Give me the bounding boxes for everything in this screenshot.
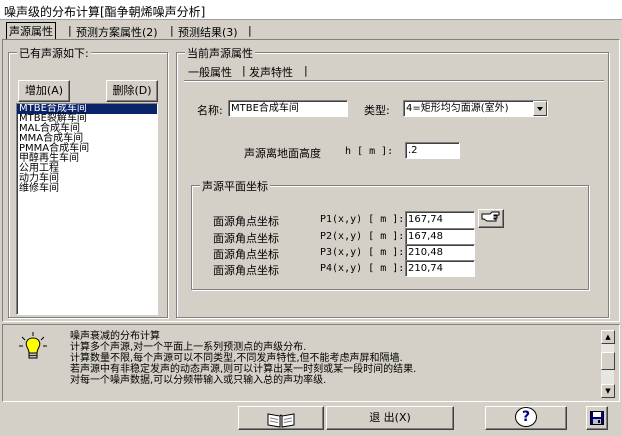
source-name-input[interactable]: MTBE合成车间	[228, 100, 348, 117]
corner-p1-input[interactable]: 167,74	[405, 211, 475, 228]
corner-unit-3: P3(x,y) [ m ]:	[320, 247, 405, 258]
tab-separator: |	[68, 24, 72, 37]
title-bar: 噪声级的分布计算[酯争朝烯噪声分析]	[0, 0, 622, 20]
info-line: 对每一个噪声数据,可以分频带输入或只输入总的声功率级.	[70, 375, 327, 386]
help-button[interactable]: ?	[485, 406, 567, 430]
info-line: 计算多个声源,对一个平面上一系列预测点的声级分布.	[70, 342, 307, 353]
corner-unit-4: P4(x,y) [ m ]:	[320, 263, 405, 274]
tab-separator: |	[248, 24, 252, 37]
corner-unit-1: P1(x,y) [ m ]:	[320, 214, 405, 225]
tab-scheme-properties[interactable]: 预测方案属性(2)	[76, 24, 158, 40]
corner-unit-2: P2(x,y) [ m ]:	[320, 231, 405, 242]
delete-source-button[interactable]: 删除(D)	[106, 80, 158, 102]
save-button[interactable]	[586, 406, 608, 430]
info-line: 若声源中有非稳定发声的动态声源,则可以计算出某一时刻或某一段时间的结果.	[70, 364, 417, 375]
scroll-up-button[interactable]: ▲	[601, 330, 615, 344]
info-text: 噪声衰减的分布计算 计算多个声源,对一个平面上一系列预测点的声级分布. 计算数量…	[70, 331, 595, 386]
subtab-emission[interactable]: 发声特性	[249, 64, 293, 80]
subtab-divider	[184, 80, 604, 81]
type-label: 类型:	[364, 104, 390, 117]
chevron-down-icon[interactable]	[533, 101, 547, 116]
manual-button[interactable]	[238, 406, 324, 430]
bottom-toolbar: 退 出(X) ?	[0, 404, 622, 435]
corner-label-1: 面源角点坐标	[213, 215, 279, 228]
current-source-group-title: 当前声源属性	[185, 45, 255, 61]
add-source-button[interactable]: 增加(A)	[18, 80, 70, 102]
pointing-hand-icon	[481, 211, 501, 225]
source-list-item[interactable]: 维修车间	[17, 184, 157, 194]
floppy-disk-icon	[590, 411, 604, 428]
sources-list: MTBE合成车间 MTBE裂解车间 MAL合成车间 MMA合成车间 PMMA合成车间 甲醇…	[17, 104, 157, 194]
subtab-general[interactable]: 一般属性	[188, 64, 232, 80]
subtab-separator: |	[304, 64, 308, 77]
tab-results[interactable]: 预测结果(3)	[178, 24, 238, 40]
corner-p2-input[interactable]: 167,48	[405, 228, 475, 245]
app-window: 噪声级的分布计算[酯争朝烯噪声分析] 声源属性 | 预测方案属性(2) | 预测…	[0, 0, 622, 435]
source-type-value: 4=矩形均匀面源(室外)	[406, 103, 509, 114]
scroll-thumb[interactable]	[601, 352, 615, 370]
name-label: 名称:	[197, 104, 223, 117]
corner-p4-input[interactable]: 210,74	[405, 260, 475, 277]
corner-label-3: 面源角点坐标	[213, 248, 279, 261]
main-tabs: 声源属性 | 预测方案属性(2) | 预测结果(3) |	[0, 22, 622, 40]
sources-listbox[interactable]: MTBE合成车间 MTBE裂解车间 MAL合成车间 MMA合成车间 PMMA合成车间 甲醇…	[16, 103, 158, 315]
source-type-select[interactable]: 4=矩形均匀面源(室外)	[403, 100, 548, 117]
help-icon: ?	[515, 407, 537, 427]
sources-group-title: 已有声源如下:	[17, 45, 91, 61]
exit-button[interactable]: 退 出(X)	[326, 406, 454, 430]
height-label: 声源离地面高度	[244, 147, 321, 160]
height-unit-label: h [ m ]:	[345, 146, 394, 157]
corner-label-4: 面源角点坐标	[213, 264, 279, 277]
lightbulb-icon	[16, 330, 50, 364]
corner-p3-input[interactable]: 210,48	[405, 244, 475, 261]
corner-label-2: 面源角点坐标	[213, 232, 279, 245]
subtab-separator: |	[242, 64, 246, 77]
book-icon	[266, 413, 296, 431]
coords-group-title: 声源平面坐标	[200, 178, 270, 194]
pick-point-button[interactable]	[478, 209, 504, 228]
tab-source-properties[interactable]: 声源属性	[6, 22, 56, 40]
tab-separator: |	[170, 24, 174, 37]
scroll-down-button[interactable]: ▼	[601, 384, 615, 398]
window-title: 噪声级的分布计算[酯争朝烯噪声分析]	[4, 5, 206, 19]
info-line: 计算数量不限,每个声源可以不同类型,不同发声特性,但不能考虑声屏和隔墙.	[70, 353, 403, 364]
info-line: 噪声衰减的分布计算	[70, 331, 160, 342]
height-input[interactable]: .2	[405, 142, 460, 159]
info-scrollbar[interactable]: ▲ ▼	[600, 330, 615, 398]
